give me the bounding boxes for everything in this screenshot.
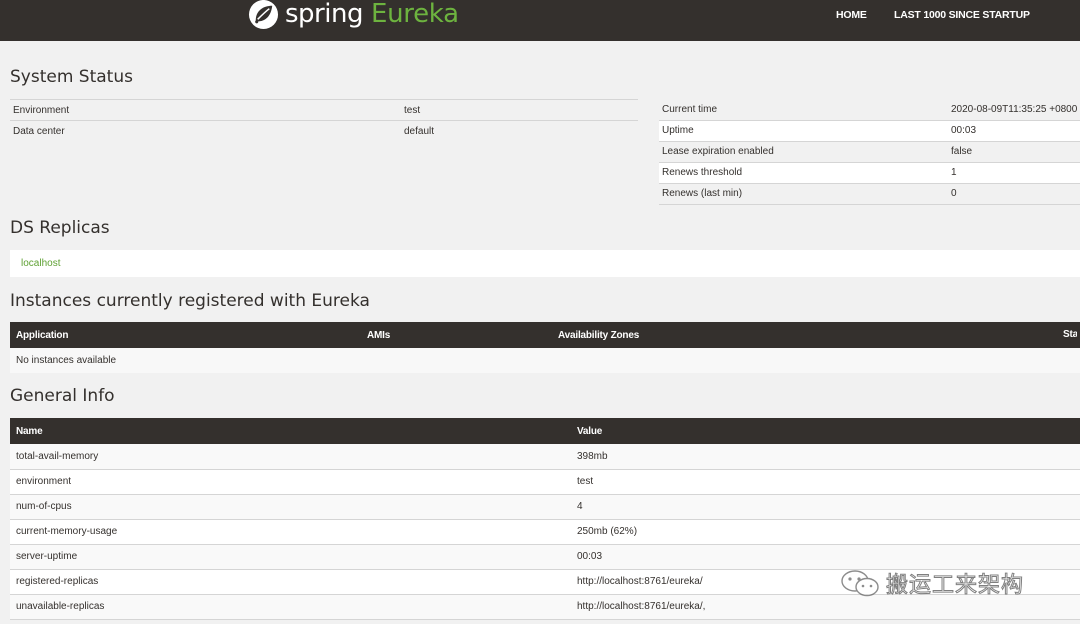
status-value: 2020-08-09T11:35:25 +0800 [951, 103, 1078, 115]
brand-eureka-text: Eureka [370, 0, 459, 29]
info-name: environment [16, 476, 72, 487]
instances-table: Application AMIs Availability Zones Stat… [10, 322, 1080, 373]
status-value: 00:03 [951, 125, 977, 136]
table-row: Environment test [10, 100, 638, 121]
general-info-title: General Info [10, 386, 115, 406]
table-row: Data center default [10, 121, 638, 142]
status-value: 1 [951, 167, 957, 178]
table-row: num-of-cpus 4 [10, 494, 1080, 519]
status-key: Current time [662, 103, 718, 115]
watermark-text: 搬运工来架构 [885, 573, 1025, 599]
status-value: test [404, 104, 421, 116]
nav-home-link[interactable]: HOME [836, 9, 867, 21]
table-row: No instances available [10, 348, 1080, 373]
system-status-title: System Status [10, 67, 133, 87]
status-key: Data center [13, 125, 65, 137]
info-value: 4 [577, 501, 583, 512]
status-value: 0 [951, 188, 957, 199]
table-row: current-memory-usage 250mb (62%) [10, 519, 1080, 544]
wechat-icon [841, 570, 879, 597]
replica-list: localhost [10, 250, 1080, 277]
replica-link-localhost[interactable]: localhost [21, 258, 60, 269]
status-key: Renews threshold [662, 167, 743, 178]
status-key: Environment [13, 104, 70, 116]
column-header-name: Name [10, 418, 571, 444]
status-value: default [404, 125, 435, 137]
brand-logo[interactable]: spring Eureka [248, 0, 459, 31]
status-key: Uptime [662, 125, 694, 136]
info-name: current-memory-usage [16, 526, 118, 537]
empty-instances-text: No instances available [16, 355, 117, 366]
status-value: false [951, 146, 973, 157]
column-header-application: Application [10, 322, 361, 348]
info-name: total-avail-memory [16, 450, 99, 462]
table-row: Lease expiration enabled false [659, 141, 1080, 162]
column-header-availability-zones: Availability Zones [552, 322, 1060, 348]
info-value: 398mb [577, 450, 608, 462]
info-name: num-of-cpus [16, 501, 72, 512]
info-value: test [577, 476, 594, 487]
info-name: server-uptime [16, 551, 78, 562]
status-key: Lease expiration enabled [662, 146, 774, 157]
system-status-right-table: Current time 2020-08-09T11:35:25 +0800 U… [659, 99, 1080, 205]
navbar: spring Eureka HOME LAST 1000 SINCE START… [0, 0, 1080, 41]
table-row: total-avail-memory 398mb [10, 444, 1080, 469]
column-header-status: Status [1060, 322, 1080, 348]
table-row: environment test [10, 469, 1080, 494]
system-status-left-table: Environment test Data center default [10, 99, 638, 142]
info-value: 00:03 [577, 551, 603, 562]
column-header-amis: AMIs [361, 322, 552, 348]
ds-replicas-title: DS Replicas [10, 218, 110, 238]
info-name: registered-replicas [16, 576, 99, 587]
table-row: Renews threshold 1 [659, 162, 1080, 183]
spring-leaf-icon [248, 0, 279, 29]
table-row: Renews (last min) 0 [659, 183, 1080, 204]
info-value: 250mb (62%) [577, 526, 638, 537]
brand-spring-text: spring [285, 0, 363, 29]
table-row: Uptime 00:03 [659, 120, 1080, 141]
nav-last-1000-link[interactable]: LAST 1000 SINCE STARTUP [894, 9, 1030, 21]
info-name: unavailable-replicas [16, 601, 105, 612]
column-header-value: Value [571, 418, 1080, 444]
instances-title: Instances currently registered with Eure… [10, 291, 370, 311]
table-row: server-uptime 00:03 [10, 544, 1080, 569]
table-row: Current time 2020-08-09T11:35:25 +0800 [659, 99, 1080, 120]
page-bottom-strip [0, 624, 1080, 633]
watermark: 搬运工来架构 [840, 567, 1024, 599]
status-key: Renews (last min) [662, 188, 743, 199]
